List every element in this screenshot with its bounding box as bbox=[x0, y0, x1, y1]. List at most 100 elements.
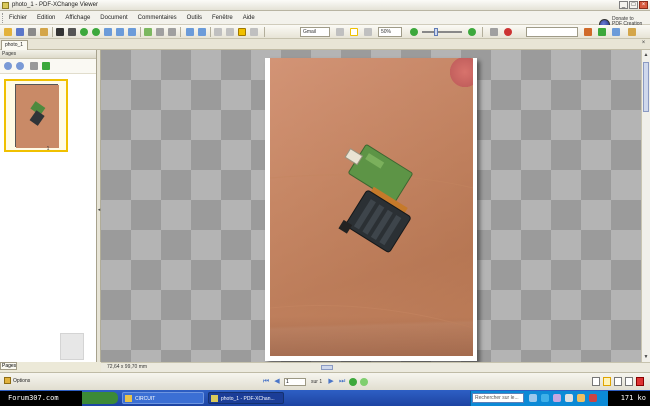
zoom-slider-thumb[interactable] bbox=[434, 28, 438, 36]
print-pages-icon[interactable] bbox=[30, 62, 38, 70]
rotate-left-icon[interactable] bbox=[116, 28, 124, 36]
first-page-button[interactable]: ⏮ bbox=[262, 378, 270, 386]
forward-icon[interactable] bbox=[92, 28, 100, 36]
single-page-view-icon[interactable] bbox=[592, 377, 600, 386]
back-icon[interactable] bbox=[80, 28, 88, 36]
menu-grip[interactable] bbox=[2, 12, 5, 23]
find-icon[interactable] bbox=[156, 28, 164, 36]
taskbar-search-input[interactable]: Rechercher sur le... bbox=[472, 393, 524, 403]
continuous-view-icon[interactable] bbox=[603, 377, 611, 386]
tray-network-icon[interactable] bbox=[529, 394, 537, 402]
email-icon[interactable] bbox=[40, 28, 48, 36]
prev-page-button[interactable]: ◀ bbox=[273, 378, 281, 386]
toolbar-separator bbox=[264, 27, 265, 37]
fit-visible-icon[interactable] bbox=[250, 28, 258, 36]
facing-icon[interactable] bbox=[364, 28, 372, 36]
zoom-out-thumbnails-icon[interactable] bbox=[16, 62, 24, 70]
close-tab-icon[interactable]: × bbox=[640, 40, 647, 47]
scroll-up-icon[interactable]: ▲ bbox=[643, 51, 649, 59]
document-photo bbox=[270, 58, 473, 356]
find-input[interactable] bbox=[526, 27, 578, 37]
taskbar-item-folder[interactable]: CIRCUIT bbox=[122, 392, 204, 404]
tray-antivirus-icon[interactable] bbox=[565, 394, 573, 402]
photo-shadow bbox=[270, 316, 473, 356]
minimize-button[interactable]: _ bbox=[619, 1, 628, 9]
zoom-in-round-icon[interactable] bbox=[468, 28, 476, 36]
facing-view-icon[interactable] bbox=[614, 377, 622, 386]
save-icon[interactable] bbox=[16, 28, 24, 36]
taskbar-item-pdf-viewer[interactable]: photo_1 - PDF-XChan... bbox=[208, 392, 284, 404]
page-size-label: 72,64 x 99,70 mm bbox=[107, 364, 148, 370]
menu-tools[interactable]: Outils bbox=[187, 15, 202, 21]
tray-volume-icon[interactable] bbox=[553, 394, 561, 402]
menu-comments[interactable]: Commentaires bbox=[138, 15, 177, 21]
single-page-icon[interactable] bbox=[336, 28, 344, 36]
next-page-button[interactable]: ▶ bbox=[327, 378, 335, 386]
document-viewer[interactable] bbox=[101, 50, 641, 362]
menu-help[interactable]: Aide bbox=[243, 15, 255, 21]
tab-photo-1[interactable]: photo_1 bbox=[1, 40, 28, 50]
document-page bbox=[265, 58, 477, 361]
tray-update-icon[interactable] bbox=[577, 394, 585, 402]
hand-tool-icon[interactable] bbox=[56, 28, 64, 36]
find-prev-icon[interactable] bbox=[584, 28, 592, 36]
menu-window[interactable]: Fenêtre bbox=[212, 15, 233, 21]
last-page-button[interactable]: ⏭ bbox=[338, 378, 346, 386]
tray-security-icon[interactable] bbox=[589, 394, 597, 402]
pdf-icon[interactable] bbox=[636, 377, 644, 386]
scroll-thumb[interactable] bbox=[643, 62, 649, 112]
menu-file[interactable]: Fichier bbox=[9, 15, 27, 21]
zoom-in-icon[interactable] bbox=[144, 28, 152, 36]
system-tray: Rechercher sur le... 171 ko bbox=[470, 391, 650, 406]
maximize-button[interactable]: □ bbox=[629, 1, 638, 9]
bookmark-icon[interactable] bbox=[628, 28, 636, 36]
scroll-down-icon[interactable]: ▼ bbox=[643, 353, 649, 361]
options-button[interactable]: Options bbox=[4, 377, 30, 384]
snapshot-icon[interactable] bbox=[104, 28, 112, 36]
fit-page-icon[interactable] bbox=[226, 28, 234, 36]
thumbnail-page-number: 1 bbox=[46, 146, 50, 152]
folder-icon bbox=[125, 395, 132, 402]
close-button[interactable]: × bbox=[639, 1, 648, 9]
vertical-scrollbar[interactable]: ▲ ▼ bbox=[641, 50, 650, 362]
zoom-out-icon[interactable] bbox=[410, 28, 418, 36]
menu-edit[interactable]: Edition bbox=[37, 15, 55, 21]
settings-icon[interactable] bbox=[504, 28, 512, 36]
open-icon[interactable] bbox=[4, 28, 12, 36]
options-icon bbox=[4, 377, 11, 384]
sidebar-bottom-tab[interactable]: Pages bbox=[0, 362, 17, 370]
taskbar-item-label: photo_1 - PDF-XChan... bbox=[221, 396, 275, 402]
page-options-icon[interactable] bbox=[42, 62, 50, 70]
select-tool-icon[interactable] bbox=[68, 28, 76, 36]
site-watermark: Forum307.com bbox=[0, 391, 82, 406]
zoom-input[interactable]: 50% bbox=[378, 27, 402, 37]
facing-continuous-view-icon[interactable] bbox=[625, 377, 633, 386]
quick-launch[interactable] bbox=[82, 392, 118, 404]
history-forward-icon[interactable] bbox=[360, 378, 369, 386]
search-icon[interactable] bbox=[168, 28, 176, 36]
thumbnail-image bbox=[15, 84, 59, 148]
properties-icon[interactable] bbox=[490, 28, 498, 36]
history-back-icon[interactable] bbox=[349, 378, 358, 386]
comment-icon[interactable] bbox=[198, 28, 206, 36]
print-icon[interactable] bbox=[28, 28, 36, 36]
menu-view[interactable]: Affichage bbox=[65, 15, 90, 21]
resistor-photo-icon bbox=[270, 58, 473, 356]
typewriter-icon[interactable] bbox=[186, 28, 194, 36]
find-next-icon[interactable] bbox=[598, 28, 606, 36]
actual-size-icon[interactable] bbox=[214, 28, 222, 36]
fit-width-icon[interactable] bbox=[238, 28, 246, 36]
page-number-input[interactable]: 1 bbox=[284, 378, 306, 386]
page-thumbnail[interactable] bbox=[4, 79, 68, 152]
horizontal-scroll-thumb[interactable] bbox=[321, 365, 333, 370]
layout-select[interactable]: Gmail bbox=[300, 27, 330, 37]
rotate-right-icon[interactable] bbox=[128, 28, 136, 36]
continuous-icon[interactable] bbox=[350, 28, 358, 36]
more-tools-icon[interactable] bbox=[612, 28, 620, 36]
sidebar-header: Pages bbox=[0, 50, 96, 59]
tray-messenger-icon[interactable] bbox=[541, 394, 549, 402]
menu-document[interactable]: Document bbox=[100, 15, 127, 21]
toolbar-separator bbox=[180, 27, 181, 37]
zoom-slider[interactable] bbox=[422, 31, 462, 33]
zoom-in-thumbnails-icon[interactable] bbox=[4, 62, 12, 70]
